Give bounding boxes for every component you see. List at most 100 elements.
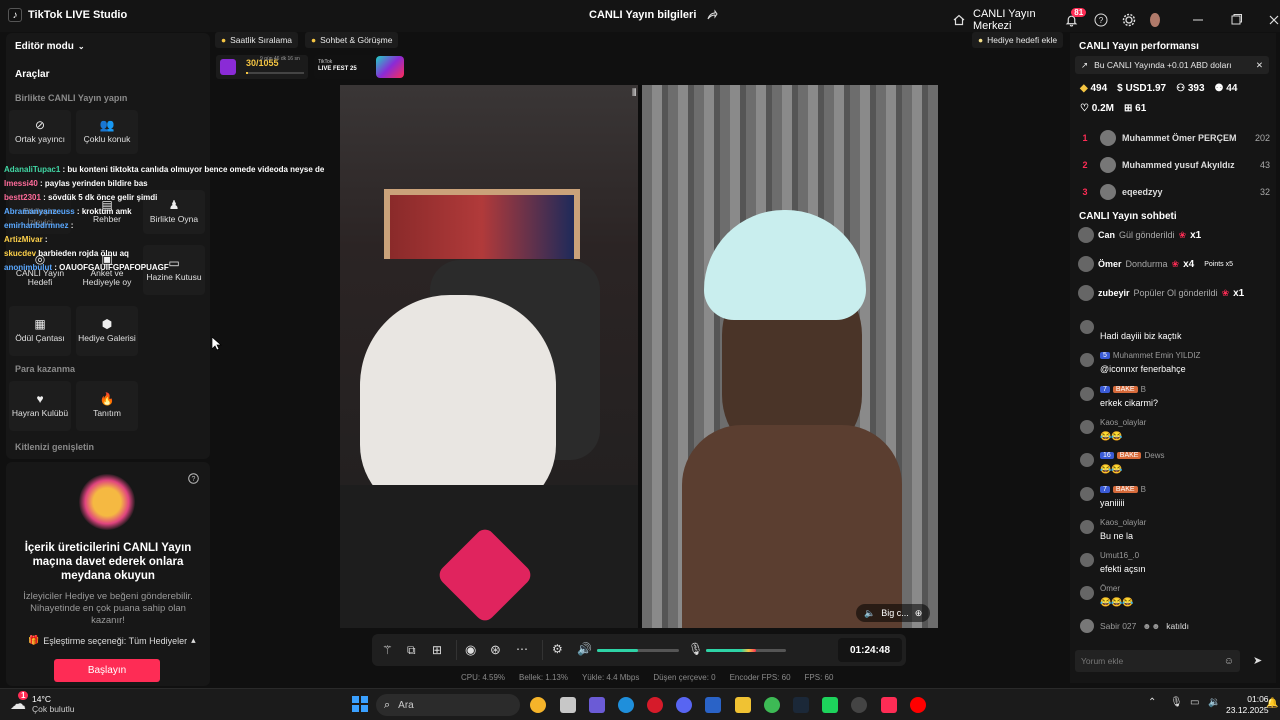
- chat-message[interactable]: Kaos_olaylar Bu ne la: [1080, 518, 1270, 548]
- bell-icon[interactable]: 81: [1065, 7, 1087, 27]
- gifter-row[interactable]: 3 eqeedzyy 32: [1070, 182, 1276, 202]
- display-icon[interactable]: ▭: [1190, 697, 1199, 708]
- youtube-icon[interactable]: [910, 697, 926, 713]
- chat-message[interactable]: 5 Muhammet Emin YILDIZ @iconnxr fenerbahçe: [1080, 351, 1270, 381]
- chat-message[interactable]: 7 BAKE Berkek cikarmi?: [1080, 385, 1270, 415]
- live-video-preview[interactable]: ⦀ 🔈 Big c... ⊕: [340, 85, 938, 628]
- minimize-icon[interactable]: [1192, 14, 1204, 26]
- opera-icon[interactable]: [647, 697, 663, 713]
- tool-gift-gallery[interactable]: ⬢ Hediye Galerisi: [76, 306, 138, 356]
- more-options-icon[interactable]: ⋯: [516, 642, 528, 656]
- gifter-row[interactable]: 2 Muhammed yusuf Akyıldız 43: [1070, 155, 1276, 175]
- gifter-row[interactable]: 1 Muhammet Ömer PERÇEM 202: [1070, 128, 1276, 148]
- gift-count: x4: [1183, 258, 1195, 270]
- share-icon[interactable]: [706, 9, 718, 21]
- volume-icon[interactable]: 🔊: [577, 642, 592, 656]
- editor-mode-dropdown[interactable]: Editör modu ⌄: [15, 41, 85, 52]
- mail-icon[interactable]: [705, 697, 721, 713]
- chat-user: Kaos_olaylar: [1100, 417, 1147, 427]
- gift-notification: zubeyir Popüler Ol gönderildi ❀ x1: [1078, 283, 1244, 303]
- encoder-fps-stat: Encoder FPS: 60: [729, 673, 791, 682]
- tool-multi-guest[interactable]: 👥 Çoklu konuk: [76, 110, 138, 154]
- close-icon[interactable]: ✕: [1256, 60, 1263, 71]
- file-explorer-icon[interactable]: [560, 697, 576, 713]
- chrome-icon[interactable]: [530, 697, 546, 713]
- volume-tray-icon[interactable]: 🔉: [1208, 697, 1220, 708]
- chevron-up-icon[interactable]: ⌃: [1148, 697, 1156, 708]
- overlay-chat: AdanaliTupac1 : bu konteni tiktokta canl…: [4, 163, 324, 275]
- clock[interactable]: 01:06 23.12.2025: [1226, 694, 1269, 716]
- chat-message[interactable]: 16 BAKE Dews 😂😂: [1080, 451, 1270, 481]
- chat-message[interactable]: Ömer 😂😂😂: [1080, 584, 1270, 614]
- settings-gear-icon[interactable]: [1122, 13, 1136, 27]
- help-icon[interactable]: ?: [188, 473, 199, 484]
- magic-wand-icon[interactable]: ⚚: [382, 643, 393, 657]
- guest-label[interactable]: 🔈 Big c... ⊕: [856, 604, 931, 622]
- windows-start-icon[interactable]: [352, 696, 368, 712]
- chat-user: Muhammet Emin YILDIZ: [1112, 351, 1201, 361]
- chat-message[interactable]: Umut16_.0 efekti açsın: [1080, 551, 1270, 581]
- gift-progress-widget[interactable]: 30/1055 9 gün 46 dk 16 sn: [216, 55, 308, 79]
- chatgpt-icon[interactable]: [851, 697, 867, 713]
- emoji-icon[interactable]: ☺: [1224, 656, 1234, 667]
- screen-icon[interactable]: ⊞: [432, 643, 442, 657]
- speaker-volume-slider[interactable]: [597, 649, 679, 652]
- earnings-banner: ↗ Bu CANLI Yayında +0.01 ABD doları ✕: [1075, 56, 1269, 74]
- split-handle-icon[interactable]: ⦀: [632, 88, 636, 99]
- teams-icon[interactable]: [589, 697, 605, 713]
- add-gift-goal-chip[interactable]: ● Hediye hedefi ekle: [972, 32, 1064, 48]
- app-title: ♪ TikTok LIVE Studio: [8, 8, 127, 22]
- live-center-link[interactable]: CANLI Yayın Merkezi: [973, 8, 1045, 32]
- steam-icon[interactable]: [793, 697, 809, 713]
- profile-avatar[interactable]: [1150, 13, 1160, 27]
- mic-volume-slider[interactable]: [706, 649, 786, 652]
- chat-text: 😂😂: [1100, 464, 1123, 475]
- tool-cohost[interactable]: ⊘ Ortak yayıncı: [9, 110, 71, 154]
- tiktok-icon[interactable]: [881, 697, 897, 713]
- edge-icon[interactable]: [618, 697, 634, 713]
- close-icon[interactable]: [1268, 14, 1280, 26]
- send-icon[interactable]: ➤: [1253, 654, 1262, 667]
- tool-reward-bag[interactable]: ▦ Ödül Çantası: [9, 306, 71, 356]
- add-source-icon[interactable]: ⧉: [407, 643, 416, 658]
- home-icon[interactable]: [953, 14, 965, 26]
- weather-widget[interactable]: ☁ 1 14°C Çok bulutlu: [10, 691, 75, 714]
- match-option-dropdown[interactable]: 🎁 Eşleştirme seçeneği: Tüm Hediyeler ▴: [28, 635, 196, 646]
- mixer-sliders-icon[interactable]: ⚙: [552, 642, 563, 656]
- microphone-tray-icon[interactable]: 🎙: [1170, 697, 1183, 708]
- chat-message[interactable]: Kaos_olaylar 😂😂: [1080, 418, 1270, 448]
- record-icon[interactable]: ◉: [465, 642, 476, 658]
- comment-input[interactable]: Yorum ekle ☺: [1075, 650, 1240, 672]
- start-button[interactable]: Başlayın: [54, 659, 160, 682]
- live-chat-title: CANLI Yayın sohbeti: [1079, 211, 1177, 222]
- hourly-ranking-chip[interactable]: ● Saatlik Sıralama: [215, 32, 299, 48]
- chat-message[interactable]: Hadi dayiii biz kaçtık: [1080, 318, 1270, 348]
- taskbar-search[interactable]: ⌕ Ara: [376, 694, 520, 716]
- help-icon[interactable]: ?: [1094, 13, 1108, 27]
- gift-notification: Ömer Dondurma ❀ x4 Points x5: [1078, 254, 1233, 274]
- folder-icon[interactable]: [735, 697, 751, 713]
- overlay-chat-text: : kroktum amk: [74, 207, 132, 216]
- fest-label: LIVE FEST 25: [318, 66, 357, 72]
- add-icon[interactable]: ⊕: [915, 608, 923, 619]
- live-info-title[interactable]: CANLI Yayın bilgileri: [589, 9, 718, 21]
- notification-bell-icon[interactable]: 🔔: [1266, 698, 1278, 709]
- microphone-icon[interactable]: 🎙: [688, 642, 703, 656]
- tools-title: Araçlar: [15, 69, 50, 80]
- maximize-icon[interactable]: [1230, 14, 1242, 26]
- tool-promote[interactable]: 🔥 Tanıtım: [76, 381, 138, 431]
- green-app-icon[interactable]: [822, 697, 838, 713]
- chrome-alt-icon[interactable]: [764, 697, 780, 713]
- live-fest-banner[interactable]: TikTok LIVE FEST 25: [314, 55, 406, 79]
- chat-message[interactable]: 7 BAKE Byaniiiii: [1080, 485, 1270, 515]
- live-timer: 01:24:48: [838, 638, 902, 662]
- overlay-chat-text: : bu konteni tiktokta canlıda olmuyor be…: [60, 165, 325, 174]
- overlay-chat-user: AdanaliTupac1: [4, 165, 61, 174]
- chat-meet-chip[interactable]: ● Sohbet & Görüşme: [305, 32, 399, 48]
- section-together: Birlikte CANLI Yayın yapın: [15, 93, 128, 103]
- camera-effects-icon[interactable]: ⊛: [490, 642, 501, 658]
- discord-icon[interactable]: [676, 697, 692, 713]
- like-heart-icon: ♡: [1080, 103, 1089, 114]
- chat-text: Bu ne la: [1100, 530, 1134, 541]
- tool-fan-club[interactable]: ♥ Hayran Kulübü: [9, 381, 71, 431]
